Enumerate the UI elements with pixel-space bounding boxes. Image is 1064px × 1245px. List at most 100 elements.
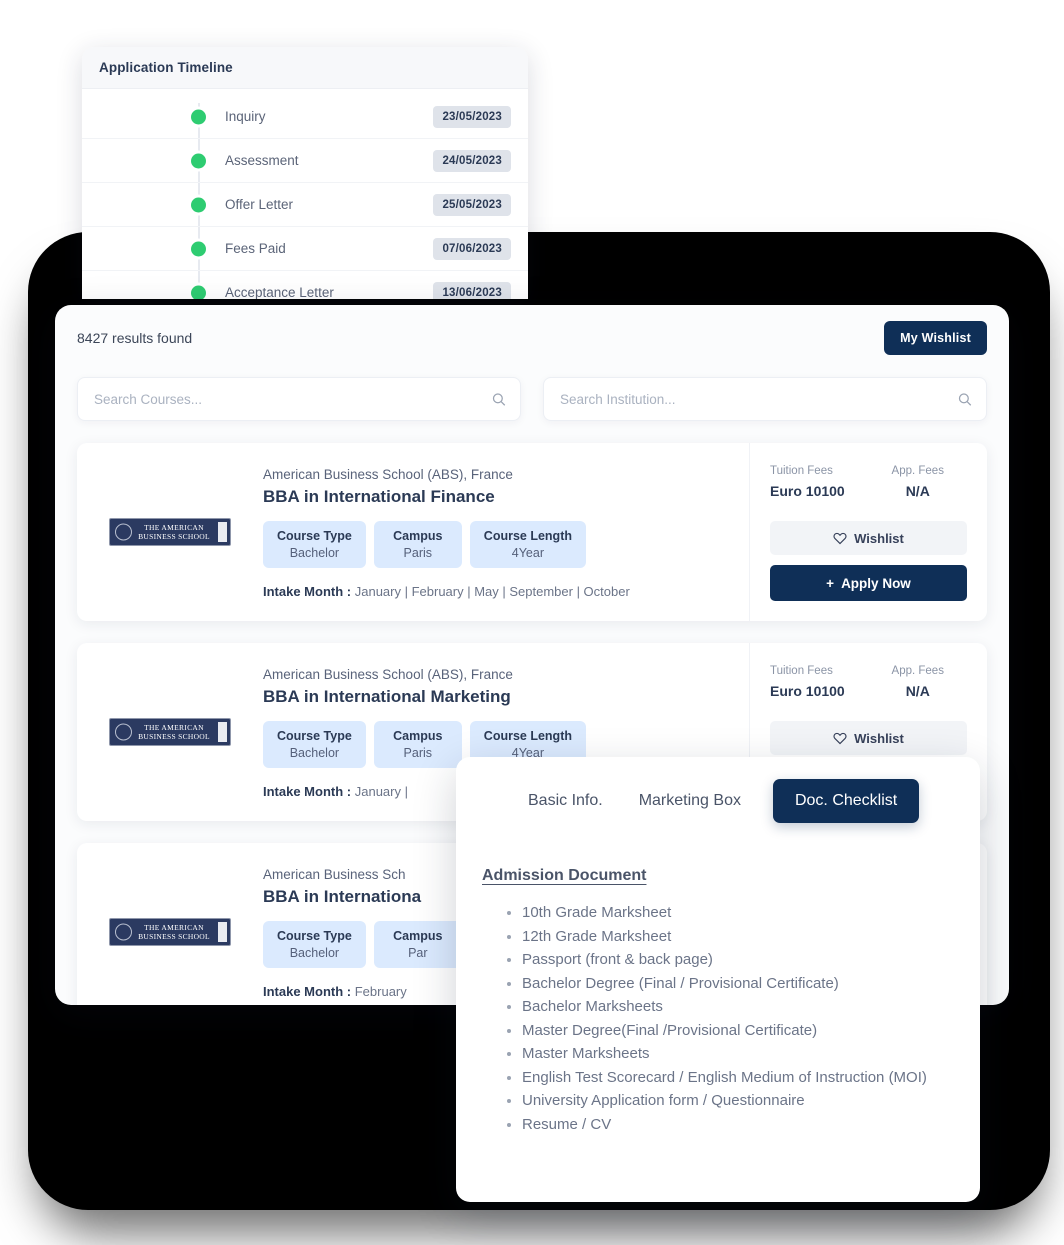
meta-key: Campus [393,529,443,543]
results-count-label: 8427 results found [77,330,193,346]
document-item: Resume / CV [522,1113,954,1137]
search-icon [492,393,506,406]
intake-months-value: January | [354,784,408,799]
logo-line-1: THE AMERICAN [144,923,204,932]
document-item: University Application form / Questionna… [522,1089,954,1113]
document-item: Passport (front & back page) [522,948,954,972]
search-row [55,355,1009,421]
timeline-step-date: 07/06/2023 [433,237,511,260]
app-fees-label: App. Fees [891,465,944,477]
timeline-row[interactable]: Fees Paid 07/06/2023 [82,227,528,271]
timeline-header: Application Timeline [82,47,528,89]
tuition-fees-label: Tuition Fees [770,665,833,677]
search-institution-input[interactable] [560,391,948,407]
tuition-fees-block: Tuition Fees Euro 10100 [770,465,869,499]
logo-tail [218,522,227,542]
meta-key: Course Type [277,529,352,543]
american-business-school-logo: THE AMERICAN BUSINESS SCHOOL [109,918,231,946]
intake-months-value: January | February | May | September | O… [354,584,630,599]
document-item: Master Marksheets [522,1042,954,1066]
tuition-fees-value: Euro 10100 [770,483,845,499]
meta-value: Bachelor [289,946,340,960]
institution-name: American Business School (ABS), France [263,667,513,682]
app-fees-value: N/A [905,483,930,499]
timeline-title: Application Timeline [99,60,233,75]
meta-key: Course Type [277,929,352,943]
app-fees-block: App. Fees N/A [869,465,968,499]
logo-line-2: BUSINESS SCHOOL [138,732,210,741]
fees-row: Tuition Fees Euro 10100 App. Fees N/A [770,665,967,699]
wishlist-button-label: Wishlist [854,730,904,746]
meta-key: Course Length [483,529,572,543]
timeline-step-label: Offer Letter [225,197,294,212]
search-courses-input[interactable] [94,391,482,407]
wishlist-button[interactable]: Wishlist [770,521,967,555]
my-wishlist-button[interactable]: My Wishlist [884,321,987,355]
meta-key: Campus [393,729,443,743]
course-meta-row: Course Type Bachelor Campus Paris Course… [263,521,739,568]
apply-now-label: Apply Now [841,575,911,591]
logo-tail [218,722,227,742]
logo-line-1: THE AMERICAN [144,723,204,732]
institution-name: American Business School (ABS), France [263,467,513,482]
status-dot-icon [191,197,206,212]
timeline-step-date: 24/05/2023 [433,149,511,172]
intake-label: Intake Month : [263,984,352,999]
course-details: American Business School (ABS), France B… [263,443,749,621]
tab-doc-checklist[interactable]: Doc. Checklist [772,779,920,823]
status-dot-icon [191,153,206,168]
admission-document-heading: Admission Document [482,867,647,884]
tab-basic-info[interactable]: Basic Info. [524,780,607,822]
results-header: 8427 results found My Wishlist [55,305,1009,355]
meta-chip-campus: Campus Par [373,921,462,968]
tuition-fees-label: Tuition Fees [770,465,833,477]
american-business-school-logo: THE AMERICAN BUSINESS SCHOOL [109,718,231,746]
tab-marketing-box[interactable]: Marketing Box [635,780,745,822]
document-item: Bachelor Degree (Final / Provisional Cer… [522,972,954,996]
search-courses-box[interactable] [77,377,521,421]
plus-icon: + [826,575,835,591]
timeline-step-date: 13/06/2023 [433,281,511,299]
institution-logo-cell: THE AMERICAN BUSINESS SCHOOL [77,443,263,621]
wishlist-button-label: Wishlist [854,530,904,546]
meta-chip-course-length: Course Length 4Year [469,521,586,568]
meta-value: Paris [403,546,433,560]
seal-icon [115,523,132,541]
status-dot-icon [191,285,206,299]
wishlist-button[interactable]: Wishlist [770,721,967,755]
seal-icon [115,923,132,941]
course-actions: Tuition Fees Euro 10100 App. Fees N/A Wi… [749,443,987,621]
intake-label: Intake Month : [263,784,352,799]
logo-text: THE AMERICAN BUSINESS SCHOOL [122,723,218,741]
screenshot-root: Application Timeline Inquiry 23/05/2023 … [0,0,1064,1245]
document-item: 10th Grade Marksheet [522,901,954,925]
timeline-row[interactable]: Acceptance Letter 13/06/2023 [82,271,528,299]
apply-now-button[interactable]: + Apply Now [770,565,967,601]
logo-text: THE AMERICAN BUSINESS SCHOOL [122,523,218,541]
timeline-step-date: 23/05/2023 [433,105,511,128]
timeline-row[interactable]: Inquiry 23/05/2023 [82,95,528,139]
tuition-fees-value: Euro 10100 [770,683,845,699]
timeline-row[interactable]: Offer Letter 25/05/2023 [82,183,528,227]
course-card[interactable]: THE AMERICAN BUSINESS SCHOOL American Bu… [77,443,987,621]
meta-value: Bachelor [289,546,340,560]
meta-value: 4Year [511,546,544,560]
heart-icon [833,532,847,545]
course-title: BBA in International Finance [263,487,495,506]
timeline-step-label: Assessment [225,153,299,168]
seal-icon [115,723,132,741]
search-institution-box[interactable] [543,377,987,421]
american-business-school-logo: THE AMERICAN BUSINESS SCHOOL [109,518,231,546]
app-fees-block: App. Fees N/A [869,665,968,699]
timeline-step-label: Fees Paid [225,241,286,256]
institution-logo-cell: THE AMERICAN BUSINESS SCHOOL [77,843,263,1005]
timeline-body: Inquiry 23/05/2023 Assessment 24/05/2023… [82,89,528,299]
logo-tail [218,922,227,942]
tuition-fees-block: Tuition Fees Euro 10100 [770,665,869,699]
timeline-row[interactable]: Assessment 24/05/2023 [82,139,528,183]
search-icon [958,393,972,406]
meta-chip-course-type: Course Type Bachelor [263,721,366,768]
intake-months-row: Intake Month : January | February | May … [263,584,739,599]
heart-icon [833,732,847,745]
meta-value: Paris [403,746,433,760]
